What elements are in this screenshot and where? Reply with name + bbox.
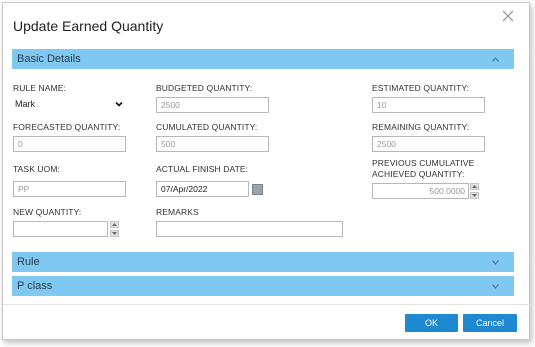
budgeted-quantity-label: BUDGETED QUANTITY:: [156, 83, 253, 93]
stepper-up-icon[interactable]: [110, 221, 119, 228]
chevron-down-icon: [490, 252, 500, 272]
chevron-down-icon: [490, 276, 500, 296]
chevron-down-icon: [115, 101, 123, 107]
previous-cumulative-label-line2: ACHIEVED QUANTITY:: [372, 169, 465, 179]
section-rule[interactable]: Rule: [12, 252, 514, 272]
new-quantity-input[interactable]: [13, 221, 108, 237]
new-quantity-stepper[interactable]: [110, 221, 120, 237]
rule-name-select[interactable]: Mark: [13, 96, 125, 112]
close-icon[interactable]: [501, 9, 515, 23]
stepper-down-icon[interactable]: [110, 230, 119, 237]
stepper-down-icon[interactable]: [470, 192, 479, 199]
remarks-label: REMARKS: [156, 207, 199, 217]
actual-finish-date-label: ACTUAL FINISH DATE:: [156, 164, 249, 174]
actual-finish-date-input[interactable]: 07/Apr/2022: [156, 181, 249, 197]
footer-divider: [3, 304, 531, 305]
update-earned-quantity-dialog: Update Earned Quantity Basic Details RUL…: [2, 2, 531, 340]
budgeted-quantity-field: 2500: [156, 97, 269, 113]
remaining-quantity-field: 2500: [372, 136, 485, 152]
section-basic-details-label: Basic Details: [17, 53, 81, 65]
section-p-class-label: P class: [17, 280, 53, 292]
estimated-quantity-label: ESTIMATED QUANTITY:: [372, 83, 470, 93]
forecasted-quantity-field: 0: [13, 136, 126, 152]
previous-cumulative-label-line1: PREVIOUS CUMULATIVE: [372, 158, 475, 168]
calendar-icon[interactable]: [252, 184, 263, 195]
rule-name-label: RULE NAME:: [13, 83, 66, 93]
estimated-quantity-field: 10: [372, 97, 485, 113]
rule-name-value: Mark: [15, 99, 35, 109]
cumulated-quantity-label: CUMULATED QUANTITY:: [156, 122, 258, 132]
remarks-input[interactable]: [156, 221, 343, 237]
ok-button[interactable]: OK: [405, 314, 458, 332]
dialog-title: Update Earned Quantity: [13, 18, 164, 34]
stepper-up-icon[interactable]: [470, 183, 479, 190]
previous-cumulative-stepper[interactable]: [470, 183, 480, 199]
chevron-up-icon: [490, 49, 500, 69]
forecasted-quantity-label: FORECASTED QUANTITY:: [13, 122, 121, 132]
task-uom-label: TASK UOM:: [13, 164, 61, 174]
cancel-button[interactable]: Cancel: [463, 314, 517, 332]
section-basic-details[interactable]: Basic Details: [12, 49, 514, 69]
section-p-class[interactable]: P class: [12, 276, 514, 296]
remaining-quantity-label: REMAINING QUANTITY:: [372, 122, 470, 132]
task-uom-field: PP: [13, 181, 126, 197]
cumulated-quantity-field: 500: [156, 136, 269, 152]
previous-cumulative-field: 500.0000: [372, 183, 469, 199]
section-rule-label: Rule: [17, 256, 40, 268]
new-quantity-label: NEW QUANTITY:: [13, 207, 82, 217]
